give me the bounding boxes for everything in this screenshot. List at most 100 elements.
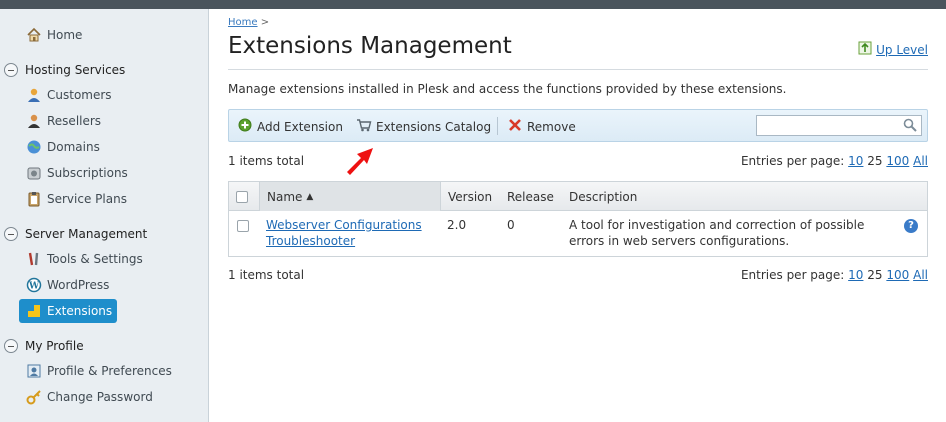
add-icon: [238, 118, 252, 135]
customer-icon: [26, 87, 42, 103]
up-level-label[interactable]: Up Level: [876, 43, 928, 57]
sidebar-group-hosting-services[interactable]: Hosting Services: [4, 60, 125, 80]
help-icon[interactable]: ?: [904, 219, 918, 233]
column-version-label: Version: [448, 189, 493, 204]
sidebar-item-label: Service Plans: [47, 192, 127, 206]
sort-ascending-icon: ▲: [306, 191, 314, 202]
reseller-icon: [26, 113, 42, 129]
breadcrumb-separator: >: [260, 17, 270, 28]
row-name-line2[interactable]: Troubleshooter: [266, 234, 355, 248]
toolbar-separator: [497, 117, 498, 135]
sidebar-item-customers[interactable]: Customers: [26, 85, 112, 105]
sidebar-item-label: Home: [47, 28, 83, 42]
sidebar-item-extensions[interactable]: Extensions: [19, 299, 117, 323]
home-icon: [26, 27, 42, 43]
table-header: Name ▲ Version Release Description: [229, 182, 927, 211]
extensions-catalog-label: Extensions Catalog: [376, 119, 492, 134]
sidebar-item-change-password[interactable]: Change Password: [26, 387, 153, 407]
sidebar-item-label: Resellers: [47, 114, 102, 128]
page-description: Manage extensions installed in Plesk and…: [228, 82, 787, 96]
extensions-table: Name ▲ Version Release Description Webse…: [228, 181, 928, 257]
page-size-25-current: 25: [867, 154, 883, 168]
page-size-25-current: 25: [867, 268, 883, 282]
top-bar: [0, 0, 946, 9]
breadcrumb: Home >: [228, 17, 269, 28]
sidebar-item-domains[interactable]: Domains: [26, 137, 100, 157]
sidebar-item-label: Profile & Preferences: [47, 364, 172, 378]
sidebar-item-label: Subscriptions: [47, 166, 128, 180]
entries-per-page-label: Entries per page:: [740, 268, 845, 282]
column-release-label: Release: [507, 189, 554, 204]
remove-icon: [508, 118, 522, 135]
remove-label: Remove: [527, 119, 576, 134]
sidebar-item-resellers[interactable]: Resellers: [26, 111, 101, 131]
globe-icon: [26, 139, 42, 155]
subscription-icon: [26, 165, 42, 181]
up-level-link[interactable]: Up Level: [858, 41, 928, 58]
sidebar-item-tools-settings[interactable]: Tools & Settings: [26, 249, 143, 269]
up-level-icon: [858, 41, 872, 58]
clipboard-icon: [26, 191, 42, 207]
cart-icon: [356, 118, 372, 135]
sidebar-item-label: Domains: [47, 140, 100, 154]
page-size-100-link[interactable]: 100: [886, 268, 909, 282]
column-header-description[interactable]: Description: [562, 182, 862, 211]
page-size-all-link[interactable]: All: [913, 154, 928, 168]
pagination-top: Entries per page: 10 25 100 All: [741, 154, 928, 168]
select-all-checkbox[interactable]: [236, 190, 248, 203]
sidebar-item-label: Change Password: [47, 390, 153, 404]
add-extension-button[interactable]: Add Extension: [238, 118, 343, 135]
row-name-line1[interactable]: Webserver Configurations: [266, 218, 422, 232]
profile-card-icon: [26, 363, 42, 379]
toolbar: Add Extension Extensions Catalog Remove: [228, 109, 928, 142]
column-header-release[interactable]: Release: [500, 182, 562, 211]
title-divider: [228, 69, 928, 70]
search-icon[interactable]: [903, 118, 917, 135]
row-name-link[interactable]: Webserver Configurations Troubleshooter: [266, 217, 422, 249]
collapse-icon[interactable]: [4, 227, 18, 241]
sidebar-item-wordpress[interactable]: W WordPress: [26, 275, 109, 295]
sidebar-group-server-management[interactable]: Server Management: [4, 224, 147, 244]
page-title: Extensions Management: [228, 33, 512, 59]
extensions-catalog-button[interactable]: Extensions Catalog: [356, 118, 491, 135]
wordpress-icon: W: [26, 277, 42, 293]
page-size-all-link[interactable]: All: [913, 268, 928, 282]
sidebar-item-profile-preferences[interactable]: Profile & Preferences: [26, 361, 172, 381]
page-size-100-link[interactable]: 100: [886, 154, 909, 168]
collapse-icon[interactable]: [4, 63, 18, 77]
search-input[interactable]: [756, 115, 922, 136]
collapse-icon[interactable]: [4, 339, 18, 353]
page-size-10-link[interactable]: 10: [848, 154, 863, 168]
sidebar-item-label: Tools & Settings: [47, 252, 143, 266]
red-arrow-annotation: [347, 148, 373, 175]
sidebar-group-label: My Profile: [25, 339, 84, 353]
key-icon: [26, 389, 42, 405]
sidebar-group-my-profile[interactable]: My Profile: [4, 336, 84, 356]
column-header-version[interactable]: Version: [441, 182, 501, 211]
row-version: 2.0: [447, 218, 467, 232]
sidebar-item-home[interactable]: Home: [26, 25, 82, 45]
sidebar-item-label: WordPress: [47, 278, 110, 292]
row-description: A tool for investigation and correction …: [569, 217, 864, 249]
row-description-line1: A tool for investigation and correction …: [569, 218, 865, 232]
row-description-line2: errors in web servers configurations.: [569, 234, 790, 248]
sidebar-item-label: Customers: [47, 88, 112, 102]
items-total-top: 1 items total: [228, 154, 305, 168]
breadcrumb-home-link[interactable]: Home: [228, 17, 258, 28]
svg-text:W: W: [28, 282, 40, 292]
remove-button[interactable]: Remove: [508, 118, 576, 135]
pagination-bottom: Entries per page: 10 25 100 All: [741, 268, 928, 282]
page-size-10-link[interactable]: 10: [848, 268, 863, 282]
extensions-icon: [26, 303, 42, 319]
select-all-cell: [229, 182, 259, 211]
sidebar-item-service-plans[interactable]: Service Plans: [26, 189, 127, 209]
row-release: 0: [507, 218, 515, 232]
sidebar-group-label: Server Management: [25, 227, 148, 241]
column-header-name[interactable]: Name ▲: [259, 182, 441, 211]
items-total-bottom: 1 items total: [228, 268, 305, 282]
sidebar-item-subscriptions[interactable]: Subscriptions: [26, 163, 128, 183]
sidebar-item-label: Extensions: [47, 304, 113, 318]
tools-icon: [26, 251, 42, 267]
sidebar-group-label: Hosting Services: [25, 63, 126, 77]
row-checkbox[interactable]: [237, 220, 249, 232]
